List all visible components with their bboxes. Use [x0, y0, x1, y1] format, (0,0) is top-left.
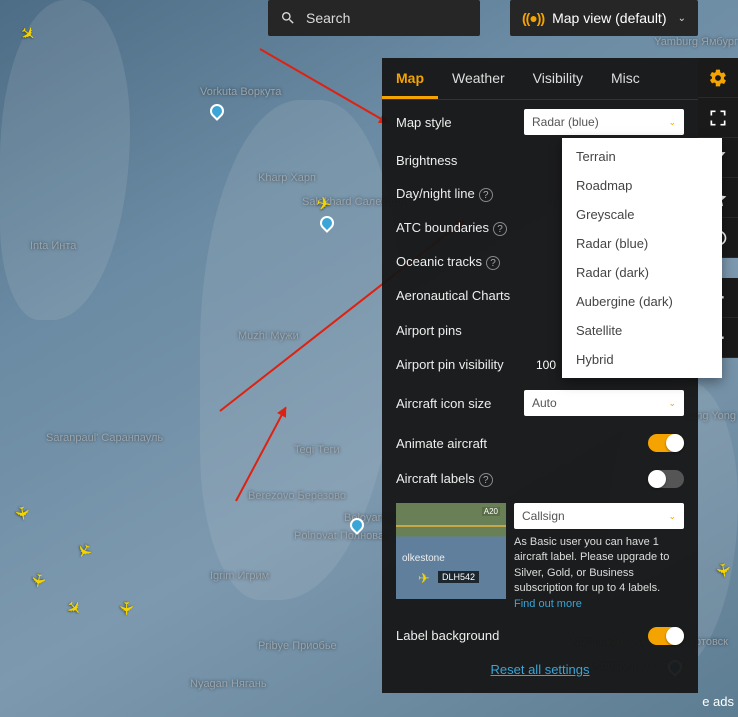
animate-label: Animate aircraft [396, 436, 487, 451]
help-icon[interactable]: ? [486, 256, 500, 270]
labels-toggle[interactable] [648, 470, 684, 488]
place-label: Inta Инта [30, 240, 76, 252]
settings-tabs: Map Weather Visibility Misc [382, 58, 698, 100]
icon-size-value: Auto [532, 396, 557, 410]
map-style-option-roadmap[interactable]: Roadmap [562, 171, 722, 200]
map-style-select[interactable]: Radar (blue) ⌄ [524, 109, 684, 135]
place-label: Berezovo Берёзово [248, 490, 346, 502]
aircraft-icon[interactable]: ✈ [115, 601, 136, 616]
upsell-link[interactable]: Find out more [514, 598, 582, 610]
reset-link[interactable]: Reset all settings [382, 654, 698, 685]
chevron-down-icon: ⌄ [668, 398, 676, 409]
airport-pin-vis-value: 100 [536, 358, 556, 372]
map-style-value: Radar (blue) [532, 115, 599, 129]
search-placeholder: Search [306, 10, 350, 26]
labels-label: Aircraft labels? [396, 471, 493, 487]
upsell-text: As Basic user you can have 1 aircraft la… [514, 535, 684, 612]
place-label: Pribye Приобье [258, 640, 337, 652]
map-style-option-aubergine[interactable]: Aubergine (dark) [562, 287, 722, 316]
settings-button[interactable] [698, 58, 738, 98]
preview-aircraft-icon: ✈ [418, 570, 430, 587]
help-icon[interactable]: ? [479, 188, 493, 202]
chevron-down-icon: ⌄ [668, 511, 676, 522]
search-input[interactable]: Search [268, 0, 480, 36]
place-label: Polnovat Полноват [294, 530, 389, 542]
place-label: Vorkuta Воркута [200, 86, 281, 98]
broadcast-icon: ((●)) [522, 10, 544, 26]
chevron-down-icon: ⌄ [668, 117, 676, 128]
label-bg-toggle[interactable] [648, 627, 684, 645]
place-label: Kharp Харп [258, 172, 316, 184]
atc-label: ATC boundaries? [396, 220, 507, 236]
label-type-value: Callsign [522, 509, 565, 523]
tab-misc[interactable]: Misc [597, 58, 654, 99]
map-style-option-hybrid[interactable]: Hybrid [562, 345, 722, 374]
brightness-label: Brightness [396, 153, 457, 168]
map-style-option-radar-blue[interactable]: Radar (blue) [562, 229, 722, 258]
help-icon[interactable]: ? [479, 473, 493, 487]
place-label: Yamburg Ямбург [654, 36, 738, 48]
place-label: Saranpaul' Саранпауль [46, 432, 163, 444]
mapview-label: Map view (default) [552, 10, 666, 26]
search-icon [280, 10, 296, 26]
preview-callsign: DLH542 [438, 571, 479, 583]
mapview-selector[interactable]: ((●)) Map view (default) ⌄ [510, 0, 698, 36]
tab-map[interactable]: Map [382, 58, 438, 99]
preview-town-label: olkestone [402, 553, 445, 564]
label-bg-label: Label background [396, 628, 499, 643]
aero-label: Aeronautical Charts [396, 288, 510, 303]
map-style-option-satellite[interactable]: Satellite [562, 316, 722, 345]
map-style-option-terrain[interactable]: Terrain [562, 142, 722, 171]
daynight-label: Day/night line? [396, 186, 493, 202]
tab-weather[interactable]: Weather [438, 58, 519, 99]
airport-pins-label: Airport pins [396, 323, 462, 338]
oceanic-label: Oceanic tracks? [396, 254, 500, 270]
map-style-label: Map style [396, 115, 452, 130]
icon-size-select[interactable]: Auto ⌄ [524, 390, 684, 416]
place-label: Tegi Теги [294, 444, 340, 456]
help-icon[interactable]: ? [493, 222, 507, 236]
animate-toggle[interactable] [648, 434, 684, 452]
airport-pin-vis-label: Airport pin visibility [396, 357, 504, 372]
fullscreen-button[interactable] [698, 98, 738, 138]
map-style-dropdown: Terrain Roadmap Greyscale Radar (blue) R… [562, 138, 722, 378]
chevron-down-icon: ⌄ [678, 13, 686, 24]
ads-text: e ads [702, 694, 734, 709]
map-style-option-greyscale[interactable]: Greyscale [562, 200, 722, 229]
place-label: Igrim Игрим [210, 570, 269, 582]
label-type-select[interactable]: Callsign ⌄ [514, 503, 684, 529]
place-label: Muzhi Мужи [238, 330, 299, 342]
map-style-option-radar-dark[interactable]: Radar (dark) [562, 258, 722, 287]
place-label: Nyagan Нягань [190, 678, 267, 690]
icon-size-label: Aircraft icon size [396, 396, 491, 411]
tab-visibility[interactable]: Visibility [519, 58, 597, 99]
label-preview: A20 olkestone ✈ DLH542 [396, 503, 506, 599]
